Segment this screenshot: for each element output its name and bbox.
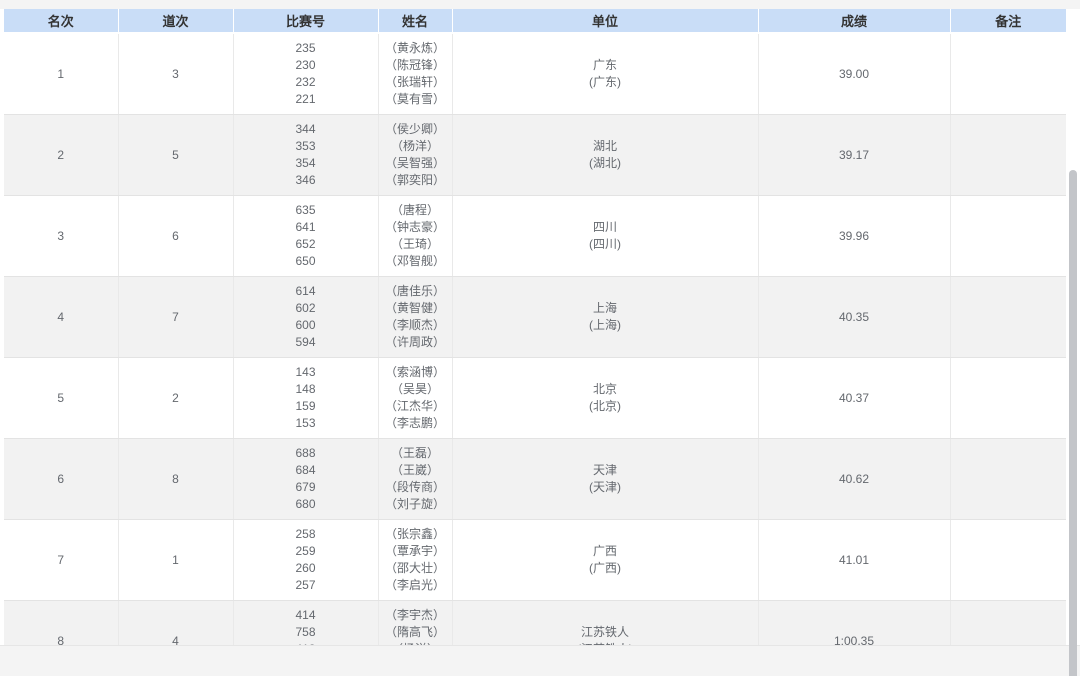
table-row: 5 2 143148159153 （索涵博）（吴昊）（江杰华）（李志鹏） 北京 … xyxy=(4,358,1066,439)
result-cell: 41.01 xyxy=(758,520,950,601)
names-cell: （张宗鑫）（覃承宇）（邵大壮）（李启光） xyxy=(378,520,452,601)
remark-cell xyxy=(950,115,1066,196)
unit-name: 江苏铁人 xyxy=(455,624,756,641)
header-lane: 道次 xyxy=(118,9,233,33)
remark-cell xyxy=(950,358,1066,439)
table-row: 2 5 344353354346 （侯少卿）（杨洋）（吴智强）（郭奕阳） 湖北 … xyxy=(4,115,1066,196)
lane-cell: 2 xyxy=(118,358,233,439)
unit-sub: (上海) xyxy=(455,317,756,334)
unit-cell: 广西 (广西) xyxy=(452,520,758,601)
header-rank: 名次 xyxy=(4,9,118,33)
bottom-strip xyxy=(0,645,1080,676)
lane-cell: 6 xyxy=(118,196,233,277)
unit-sub: (广东) xyxy=(455,74,756,91)
remark-cell xyxy=(950,439,1066,520)
rank-cell: 6 xyxy=(4,439,118,520)
names-cell: （王磊）（王崴）（段传商）（刘子旋） xyxy=(378,439,452,520)
unit-name: 北京 xyxy=(455,381,756,398)
unit-sub: (北京) xyxy=(455,398,756,415)
rank-cell: 5 xyxy=(4,358,118,439)
result-cell: 39.00 xyxy=(758,33,950,115)
names-cell: （侯少卿）（杨洋）（吴智强）（郭奕阳） xyxy=(378,115,452,196)
result-cell: 40.37 xyxy=(758,358,950,439)
table-row: 1 3 235230232221 （黄永炼）（陈冠锋）（张瑞轩）（莫有雪） 广东… xyxy=(4,33,1066,115)
unit-cell: 天津 (天津) xyxy=(452,439,758,520)
vertical-scrollbar[interactable] xyxy=(1068,0,1080,676)
unit-name: 四川 xyxy=(455,219,756,236)
unit-name: 湖北 xyxy=(455,138,756,155)
remark-cell xyxy=(950,277,1066,358)
names-cell: （索涵博）（吴昊）（江杰华）（李志鹏） xyxy=(378,358,452,439)
unit-cell: 北京 (北京) xyxy=(452,358,758,439)
remark-cell xyxy=(950,196,1066,277)
results-body: 1 3 235230232221 （黄永炼）（陈冠锋）（张瑞轩）（莫有雪） 广东… xyxy=(4,33,1066,676)
lane-cell: 3 xyxy=(118,33,233,115)
unit-cell: 四川 (四川) xyxy=(452,196,758,277)
unit-name: 广东 xyxy=(455,57,756,74)
unit-name: 上海 xyxy=(455,300,756,317)
names-cell: （唐佳乐）（黄智健）（李顺杰）（许周政） xyxy=(378,277,452,358)
result-cell: 40.62 xyxy=(758,439,950,520)
rank-cell: 1 xyxy=(4,33,118,115)
header-name: 姓名 xyxy=(378,9,452,33)
names-cell: （黄永炼）（陈冠锋）（张瑞轩）（莫有雪） xyxy=(378,33,452,115)
table-row: 3 6 635641652650 （唐程）（钟志豪）（王琦）（邓智舰） 四川 (… xyxy=(4,196,1066,277)
header-result: 成绩 xyxy=(758,9,950,33)
unit-sub: (湖北) xyxy=(455,155,756,172)
lane-cell: 1 xyxy=(118,520,233,601)
table-row: 7 1 258259260257 （张宗鑫）（覃承宇）（邵大壮）（李启光） 广西… xyxy=(4,520,1066,601)
unit-sub: (广西) xyxy=(455,560,756,577)
header-bib: 比赛号 xyxy=(233,9,378,33)
header-remark: 备注 xyxy=(950,9,1066,33)
results-table: 名次 道次 比赛号 姓名 单位 成绩 备注 1 3 235230232221 （… xyxy=(4,9,1066,676)
remark-cell xyxy=(950,520,1066,601)
unit-name: 广西 xyxy=(455,543,756,560)
unit-sub: (四川) xyxy=(455,236,756,253)
remark-cell xyxy=(950,33,1066,115)
table-row: 4 7 614602600594 （唐佳乐）（黄智健）（李顺杰）（许周政） 上海… xyxy=(4,277,1066,358)
top-strip xyxy=(0,0,1080,9)
bib-numbers-cell: 258259260257 xyxy=(233,520,378,601)
names-cell: （唐程）（钟志豪）（王琦）（邓智舰） xyxy=(378,196,452,277)
bib-numbers-cell: 688684679680 xyxy=(233,439,378,520)
rank-cell: 3 xyxy=(4,196,118,277)
lane-cell: 5 xyxy=(118,115,233,196)
result-cell: 39.96 xyxy=(758,196,950,277)
unit-cell: 上海 (上海) xyxy=(452,277,758,358)
lane-cell: 8 xyxy=(118,439,233,520)
unit-sub: (天津) xyxy=(455,479,756,496)
table-row: 6 8 688684679680 （王磊）（王崴）（段传商）（刘子旋） 天津 (… xyxy=(4,439,1066,520)
lane-cell: 7 xyxy=(118,277,233,358)
unit-name: 天津 xyxy=(455,462,756,479)
result-cell: 40.35 xyxy=(758,277,950,358)
bib-numbers-cell: 635641652650 xyxy=(233,196,378,277)
results-page: 名次 道次 比赛号 姓名 单位 成绩 备注 1 3 235230232221 （… xyxy=(0,0,1080,676)
rank-cell: 7 xyxy=(4,520,118,601)
bib-numbers-cell: 143148159153 xyxy=(233,358,378,439)
bib-numbers-cell: 344353354346 xyxy=(233,115,378,196)
rank-cell: 2 xyxy=(4,115,118,196)
rank-cell: 4 xyxy=(4,277,118,358)
unit-cell: 湖北 (湖北) xyxy=(452,115,758,196)
bib-numbers-cell: 235230232221 xyxy=(233,33,378,115)
scrollbar-thumb[interactable] xyxy=(1069,170,1077,676)
result-cell: 39.17 xyxy=(758,115,950,196)
header-unit: 单位 xyxy=(452,9,758,33)
table-header: 名次 道次 比赛号 姓名 单位 成绩 备注 xyxy=(4,9,1066,33)
bib-numbers-cell: 614602600594 xyxy=(233,277,378,358)
unit-cell: 广东 (广东) xyxy=(452,33,758,115)
